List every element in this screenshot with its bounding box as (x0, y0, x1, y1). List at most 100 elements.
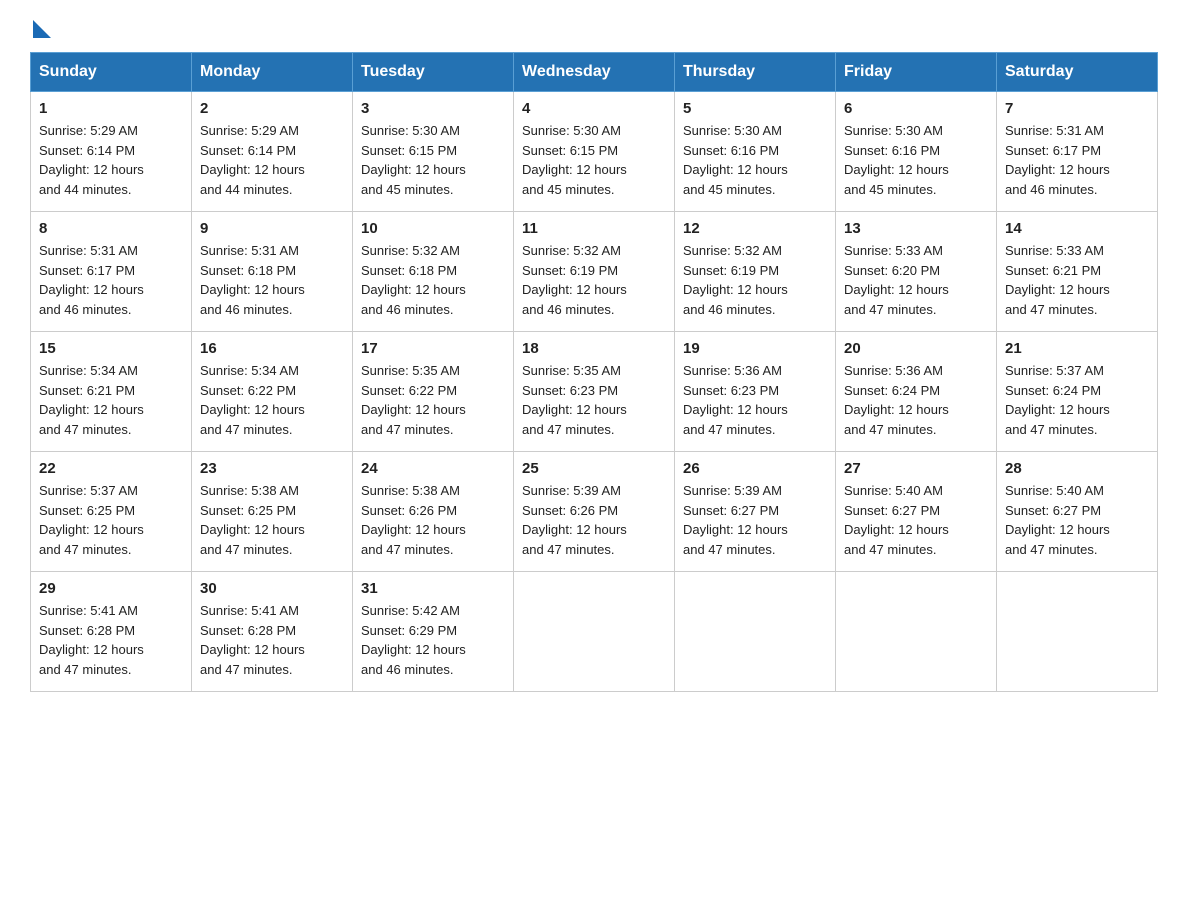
calendar-cell: 13 Sunrise: 5:33 AMSunset: 6:20 PMDayligh… (836, 212, 997, 332)
day-info: Sunrise: 5:34 AMSunset: 6:22 PMDaylight:… (200, 361, 344, 439)
day-info: Sunrise: 5:30 AMSunset: 6:16 PMDaylight:… (844, 121, 988, 199)
day-number: 30 (200, 580, 344, 597)
day-number: 25 (522, 460, 666, 477)
day-number: 7 (1005, 100, 1149, 117)
weekday-header-saturday: Saturday (997, 53, 1158, 92)
day-info: Sunrise: 5:41 AMSunset: 6:28 PMDaylight:… (39, 601, 183, 679)
day-number: 20 (844, 340, 988, 357)
calendar-cell: 19 Sunrise: 5:36 AMSunset: 6:23 PMDayligh… (675, 332, 836, 452)
day-number: 31 (361, 580, 505, 597)
calendar-cell (836, 572, 997, 692)
day-info: Sunrise: 5:36 AMSunset: 6:23 PMDaylight:… (683, 361, 827, 439)
day-info: Sunrise: 5:39 AMSunset: 6:26 PMDaylight:… (522, 481, 666, 559)
day-number: 14 (1005, 220, 1149, 237)
calendar-cell: 27 Sunrise: 5:40 AMSunset: 6:27 PMDayligh… (836, 452, 997, 572)
day-number: 18 (522, 340, 666, 357)
calendar-cell: 20 Sunrise: 5:36 AMSunset: 6:24 PMDayligh… (836, 332, 997, 452)
day-info: Sunrise: 5:36 AMSunset: 6:24 PMDaylight:… (844, 361, 988, 439)
calendar-cell: 23Sunrise: 5:38 AMSunset: 6:25 PMDayligh… (192, 452, 353, 572)
day-info: Sunrise: 5:32 AMSunset: 6:19 PMDaylight:… (683, 241, 827, 319)
calendar-cell: 24 Sunrise: 5:38 AMSunset: 6:26 PMDayligh… (353, 452, 514, 572)
day-number: 16 (200, 340, 344, 357)
calendar-cell: 31Sunrise: 5:42 AMSunset: 6:29 PMDayligh… (353, 572, 514, 692)
calendar-cell (675, 572, 836, 692)
logo-triangle-icon (33, 20, 51, 38)
day-info: Sunrise: 5:38 AMSunset: 6:26 PMDaylight:… (361, 481, 505, 559)
day-info: Sunrise: 5:29 AMSunset: 6:14 PMDaylight:… (200, 121, 344, 199)
day-number: 3 (361, 100, 505, 117)
weekday-header-row: SundayMondayTuesdayWednesdayThursdayFrid… (31, 53, 1158, 92)
calendar-cell: 30 Sunrise: 5:41 AMSunset: 6:28 PMDayligh… (192, 572, 353, 692)
calendar-cell: 8Sunrise: 5:31 AMSunset: 6:17 PMDaylight… (31, 212, 192, 332)
day-info: Sunrise: 5:29 AMSunset: 6:14 PMDaylight:… (39, 121, 183, 199)
day-info: Sunrise: 5:38 AMSunset: 6:25 PMDaylight:… (200, 481, 344, 559)
day-info: Sunrise: 5:37 AMSunset: 6:25 PMDaylight:… (39, 481, 183, 559)
day-number: 28 (1005, 460, 1149, 477)
calendar-cell: 25 Sunrise: 5:39 AMSunset: 6:26 PMDayligh… (514, 452, 675, 572)
calendar-cell: 18Sunrise: 5:35 AMSunset: 6:23 PMDayligh… (514, 332, 675, 452)
calendar-cell: 28Sunrise: 5:40 AMSunset: 6:27 PMDayligh… (997, 452, 1158, 572)
calendar-cell (997, 572, 1158, 692)
weekday-header-sunday: Sunday (31, 53, 192, 92)
calendar-cell: 4Sunrise: 5:30 AMSunset: 6:15 PMDaylight… (514, 92, 675, 212)
day-info: Sunrise: 5:35 AMSunset: 6:22 PMDaylight:… (361, 361, 505, 439)
weekday-header-wednesday: Wednesday (514, 53, 675, 92)
week-row-4: 22Sunrise: 5:37 AMSunset: 6:25 PMDayligh… (31, 452, 1158, 572)
day-info: Sunrise: 5:41 AMSunset: 6:28 PMDaylight:… (200, 601, 344, 679)
weekday-header-monday: Monday (192, 53, 353, 92)
day-number: 5 (683, 100, 827, 117)
calendar-cell: 3 Sunrise: 5:30 AMSunset: 6:15 PMDaylight… (353, 92, 514, 212)
day-number: 1 (39, 100, 183, 117)
calendar-cell: 7 Sunrise: 5:31 AMSunset: 6:17 PMDaylight… (997, 92, 1158, 212)
day-info: Sunrise: 5:30 AMSunset: 6:15 PMDaylight:… (522, 121, 666, 199)
day-info: Sunrise: 5:32 AMSunset: 6:18 PMDaylight:… (361, 241, 505, 319)
calendar-cell: 14 Sunrise: 5:33 AMSunset: 6:21 PMDayligh… (997, 212, 1158, 332)
calendar-cell: 6 Sunrise: 5:30 AMSunset: 6:16 PMDaylight… (836, 92, 997, 212)
day-info: Sunrise: 5:39 AMSunset: 6:27 PMDaylight:… (683, 481, 827, 559)
calendar-cell: 5Sunrise: 5:30 AMSunset: 6:16 PMDaylight… (675, 92, 836, 212)
day-info: Sunrise: 5:31 AMSunset: 6:18 PMDaylight:… (200, 241, 344, 319)
calendar-cell (514, 572, 675, 692)
day-number: 13 (844, 220, 988, 237)
calendar-cell: 12 Sunrise: 5:32 AMSunset: 6:19 PMDayligh… (675, 212, 836, 332)
day-info: Sunrise: 5:31 AMSunset: 6:17 PMDaylight:… (1005, 121, 1149, 199)
calendar-cell: 15 Sunrise: 5:34 AMSunset: 6:21 PMDayligh… (31, 332, 192, 452)
calendar-cell: 10 Sunrise: 5:32 AMSunset: 6:18 PMDayligh… (353, 212, 514, 332)
calendar-table: SundayMondayTuesdayWednesdayThursdayFrid… (30, 52, 1158, 692)
week-row-3: 15 Sunrise: 5:34 AMSunset: 6:21 PMDayligh… (31, 332, 1158, 452)
day-number: 6 (844, 100, 988, 117)
day-number: 29 (39, 580, 183, 597)
day-number: 11 (522, 220, 666, 237)
week-row-5: 29 Sunrise: 5:41 AMSunset: 6:28 PMDayligh… (31, 572, 1158, 692)
day-number: 15 (39, 340, 183, 357)
calendar-cell: 29 Sunrise: 5:41 AMSunset: 6:28 PMDayligh… (31, 572, 192, 692)
day-number: 17 (361, 340, 505, 357)
day-info: Sunrise: 5:34 AMSunset: 6:21 PMDaylight:… (39, 361, 183, 439)
day-number: 27 (844, 460, 988, 477)
weekday-header-tuesday: Tuesday (353, 53, 514, 92)
day-info: Sunrise: 5:37 AMSunset: 6:24 PMDaylight:… (1005, 361, 1149, 439)
day-number: 21 (1005, 340, 1149, 357)
calendar-cell: 1 Sunrise: 5:29 AMSunset: 6:14 PMDaylight… (31, 92, 192, 212)
weekday-header-friday: Friday (836, 53, 997, 92)
day-number: 2 (200, 100, 344, 117)
calendar-cell: 21 Sunrise: 5:37 AMSunset: 6:24 PMDayligh… (997, 332, 1158, 452)
day-number: 12 (683, 220, 827, 237)
day-number: 26 (683, 460, 827, 477)
calendar-cell: 9 Sunrise: 5:31 AMSunset: 6:18 PMDaylight… (192, 212, 353, 332)
week-row-1: 1 Sunrise: 5:29 AMSunset: 6:14 PMDaylight… (31, 92, 1158, 212)
day-info: Sunrise: 5:40 AMSunset: 6:27 PMDaylight:… (844, 481, 988, 559)
calendar-cell: 17 Sunrise: 5:35 AMSunset: 6:22 PMDayligh… (353, 332, 514, 452)
day-number: 19 (683, 340, 827, 357)
week-row-2: 8Sunrise: 5:31 AMSunset: 6:17 PMDaylight… (31, 212, 1158, 332)
day-number: 9 (200, 220, 344, 237)
day-number: 24 (361, 460, 505, 477)
day-number: 10 (361, 220, 505, 237)
day-number: 8 (39, 220, 183, 237)
day-info: Sunrise: 5:33 AMSunset: 6:20 PMDaylight:… (844, 241, 988, 319)
calendar-cell: 16 Sunrise: 5:34 AMSunset: 6:22 PMDayligh… (192, 332, 353, 452)
day-info: Sunrise: 5:30 AMSunset: 6:15 PMDaylight:… (361, 121, 505, 199)
day-info: Sunrise: 5:33 AMSunset: 6:21 PMDaylight:… (1005, 241, 1149, 319)
logo (30, 20, 51, 32)
calendar-cell: 22Sunrise: 5:37 AMSunset: 6:25 PMDayligh… (31, 452, 192, 572)
